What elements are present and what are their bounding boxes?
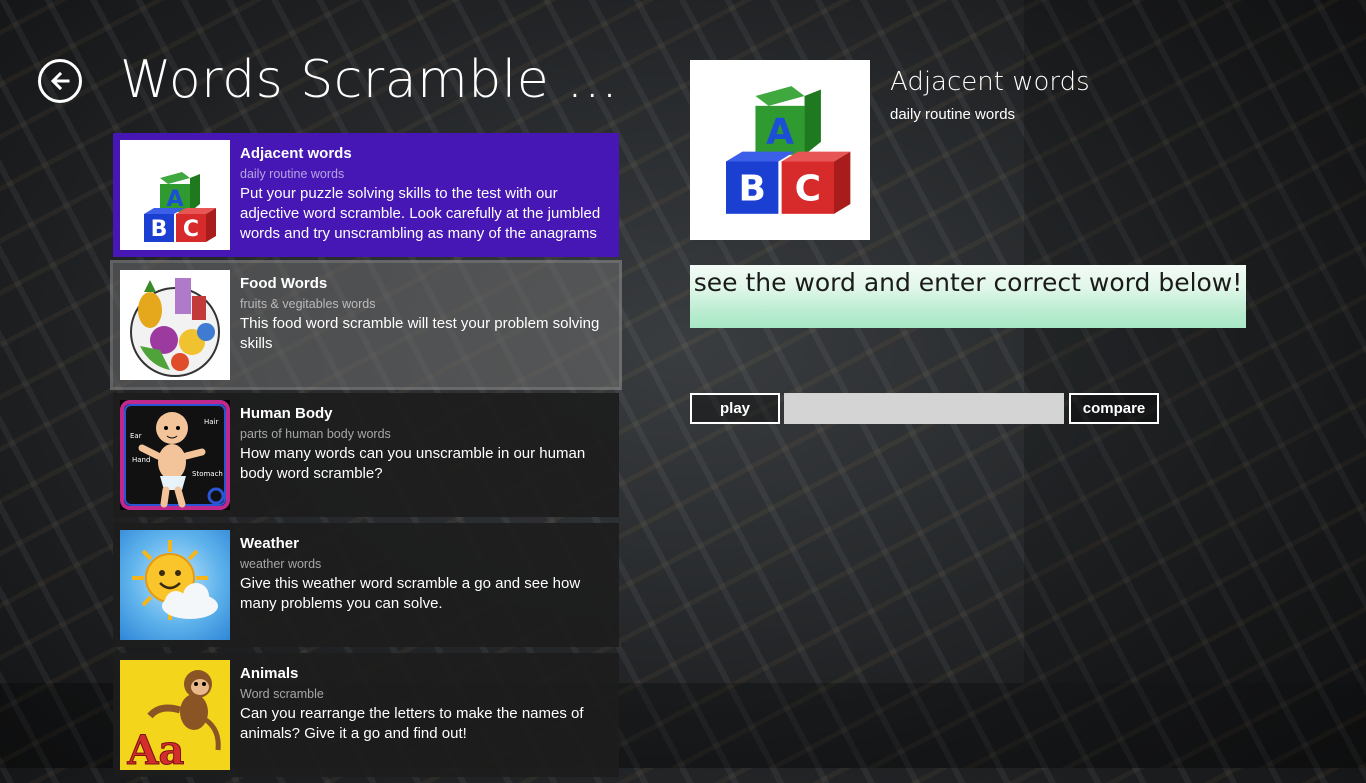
item-title: Weather	[240, 535, 299, 552]
compare-button[interactable]: compare	[1069, 393, 1159, 424]
block-letter-a: A	[766, 111, 794, 152]
item-subtitle: Word scramble	[240, 687, 324, 701]
item-subtitle: weather words	[240, 557, 322, 571]
detail-image: A B C	[690, 60, 870, 240]
thumb-label-hair: Hair	[204, 418, 218, 426]
sun-cloud-icon	[120, 530, 230, 640]
category-list: A B C Adjacent words daily routine words…	[110, 133, 622, 783]
abc-blocks-icon: A B C	[120, 140, 230, 250]
block-letter-b: B	[151, 217, 168, 242]
monkey-letters-icon: Aa	[120, 660, 230, 770]
item-subtitle: parts of human body words	[240, 427, 391, 441]
back-button[interactable]	[38, 59, 82, 103]
back-arrow-icon	[50, 71, 70, 91]
item-title: Human Body	[240, 405, 333, 422]
page-title: Words Scramble Ga…	[120, 50, 630, 110]
list-item-adjacent-words[interactable]: A B C Adjacent words daily routine words…	[113, 133, 619, 257]
thumb-label-stomach: Stomach	[192, 470, 223, 478]
item-description: Can you rearrange the letters to make th…	[240, 705, 584, 742]
item-description: Give this weather word scramble a go and…	[240, 575, 581, 612]
list-item-weather[interactable]: Weather weather words Give this weather …	[113, 523, 619, 647]
thumb-label-ear: Ear	[130, 432, 142, 440]
thumb-letters: Aa	[127, 727, 185, 770]
right-background-panel	[1024, 0, 1366, 683]
answer-input[interactable]	[784, 393, 1064, 424]
detail-title: Adjacent words	[890, 67, 1090, 97]
play-button[interactable]: play	[690, 393, 780, 424]
block-letter-b: B	[738, 169, 765, 210]
item-description: How many words can you unscramble in our…	[240, 445, 586, 482]
instruction-banner: see the word and enter correct word belo…	[690, 265, 1246, 328]
item-subtitle: fruits & vegitables words	[240, 297, 376, 311]
item-description: This food word scramble will test your p…	[240, 315, 600, 352]
block-letter-c: C	[183, 217, 199, 242]
list-item-food-words[interactable]: Food Words fruits & vegitables words Thi…	[110, 260, 622, 390]
item-description: Put your puzzle solving skills to the te…	[240, 185, 601, 242]
item-title: Food Words	[240, 275, 328, 292]
detail-subtitle: daily routine words	[890, 106, 1016, 123]
item-subtitle: daily routine words	[240, 167, 345, 181]
food-basket-icon	[120, 270, 230, 380]
block-letter-c: C	[795, 169, 821, 210]
item-title: Animals	[240, 665, 299, 682]
abc-blocks-icon: A B C	[726, 86, 851, 214]
baby-body-icon: Hair Ear Hand Stomach	[120, 400, 230, 510]
list-item-human-body[interactable]: Hair Ear Hand Stomach Human Body parts o…	[113, 393, 619, 517]
thumb-label-hand: Hand	[132, 456, 150, 464]
item-title: Adjacent words	[240, 145, 352, 162]
list-item-animals[interactable]: Aa Animals Word scramble Can you rearran…	[113, 653, 619, 777]
